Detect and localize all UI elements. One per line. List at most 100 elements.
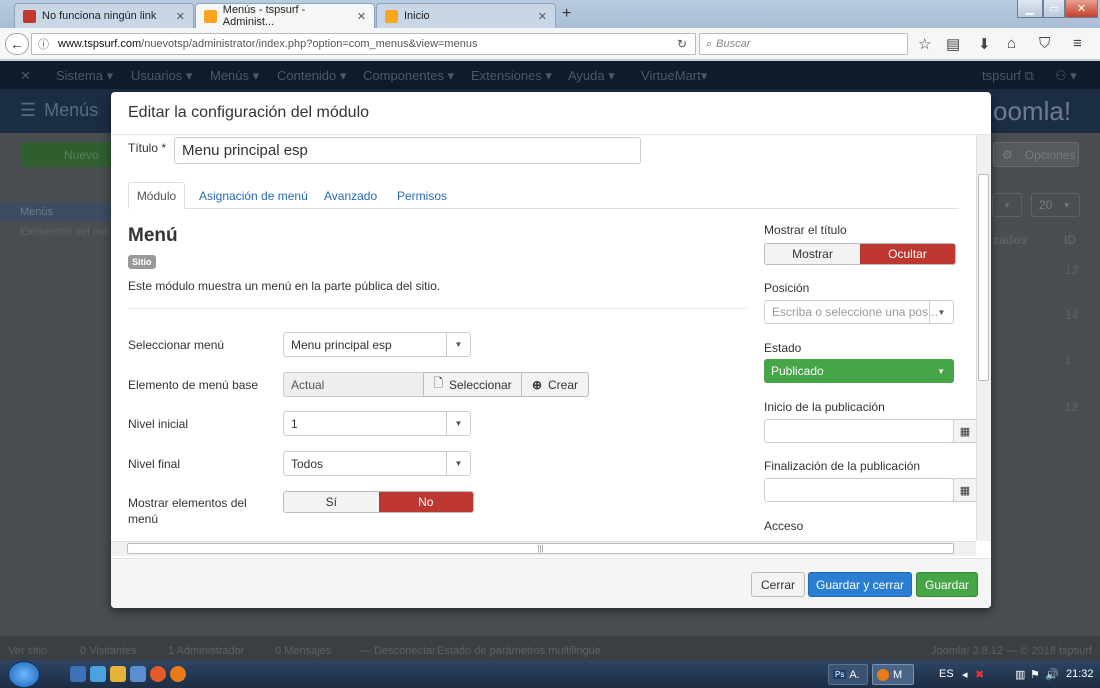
- search-input[interactable]: ⌕ Buscar: [699, 33, 908, 55]
- no-option[interactable]: No: [378, 492, 473, 512]
- base-item-label: Elemento de menú base: [128, 378, 259, 392]
- menu-menus[interactable]: Menús ▾: [210, 68, 259, 84]
- tab-title: No funciona ningún link: [42, 10, 157, 22]
- hamburger-menu-icon[interactable]: ≡: [1073, 35, 1082, 52]
- browser-tab-1[interactable]: No funciona ningún link ✕: [14, 3, 194, 28]
- desktop-icon[interactable]: [70, 666, 86, 682]
- sidebar-item-menus[interactable]: Menús: [20, 206, 53, 218]
- title-input[interactable]: Menu principal esp: [174, 137, 641, 164]
- close-window-button[interactable]: ✕: [1065, 0, 1098, 18]
- select-menu-dropdown[interactable]: Menu principal esp ▼: [283, 332, 471, 357]
- chrome-icon[interactable]: [150, 666, 166, 682]
- user-menu[interactable]: tspsurf ⧉: [982, 68, 1034, 84]
- minimize-button[interactable]: ▁: [1017, 0, 1043, 18]
- hide-option[interactable]: Ocultar: [860, 244, 955, 264]
- back-button[interactable]: ←: [5, 33, 29, 55]
- calendar-icon[interactable]: ▦: [953, 419, 976, 443]
- module-name: Menú: [128, 225, 178, 246]
- pocket-icon[interactable]: ⛉: [1039, 35, 1050, 52]
- state-dropdown[interactable]: Publicado ▼: [764, 359, 954, 383]
- taskbar-photoshop[interactable]: Ps A.: [828, 664, 868, 685]
- file-icon: 🗋: [433, 376, 443, 390]
- joomla-favicon-icon: [204, 9, 217, 23]
- arrow-left-icon: ←: [10, 36, 24, 52]
- publish-up-input[interactable]: [764, 419, 954, 443]
- folder-icon[interactable]: [110, 666, 126, 682]
- windows-start-icon[interactable]: [8, 661, 40, 688]
- show-subitems-toggle[interactable]: Sí No: [283, 491, 474, 513]
- tray-arrow-icon[interactable]: ◂: [962, 668, 968, 681]
- create-button[interactable]: ⊕ Crear: [521, 372, 589, 397]
- state-label: Estado: [764, 341, 802, 355]
- flag-icon[interactable]: ⚑: [1030, 668, 1040, 681]
- reading-list-icon[interactable]: ▤: [946, 35, 960, 53]
- new-tab-button[interactable]: +: [562, 5, 571, 23]
- messages-count[interactable]: 0 Mensajes: [275, 645, 331, 657]
- firefox-icon[interactable]: [170, 666, 186, 682]
- tab-permissions[interactable]: Permisos: [397, 182, 447, 209]
- taskbar-firefox[interactable]: M: [872, 664, 914, 685]
- tab-menu-assignment[interactable]: Asignación de menú: [199, 182, 308, 209]
- modal-footer: Cerrar Guardar y cerrar Guardar: [111, 558, 991, 608]
- caret-down-icon: ▼: [446, 412, 470, 435]
- modal-body: Título * Menu principal esp Módulo Asign…: [111, 135, 976, 533]
- site-badge: Sitio: [128, 255, 156, 269]
- tray-error-icon[interactable]: ✖: [975, 668, 984, 681]
- tab-advanced[interactable]: Avanzado: [324, 182, 377, 209]
- maximize-button[interactable]: ▭: [1043, 0, 1065, 18]
- menu-ayuda[interactable]: Ayuda ▾: [568, 68, 615, 84]
- menu-contenido[interactable]: Contenido ▾: [277, 68, 346, 84]
- ie-icon[interactable]: [90, 666, 106, 682]
- show-subitems-label: Mostrar elementos del: [128, 496, 247, 510]
- network-icon[interactable]: ▥: [1015, 668, 1025, 681]
- filter-select[interactable]: ▾: [992, 193, 1022, 217]
- show-option[interactable]: Mostrar: [765, 244, 860, 264]
- version-text: Joomla! 3.8.12 — © 2018 tspsurf: [931, 645, 1092, 657]
- calendar-icon[interactable]: ▦: [953, 478, 976, 502]
- home-icon[interactable]: ⌂: [1007, 35, 1016, 52]
- close-button[interactable]: Cerrar: [751, 572, 805, 597]
- multilang-status[interactable]: Estado de parámetros multilingüe: [437, 645, 601, 657]
- tab-title: Menús - tspsurf - Administ...: [222, 4, 306, 28]
- menu-componentes[interactable]: Componentes ▾: [363, 68, 454, 84]
- limit-select[interactable]: 20 ▾: [1031, 193, 1080, 217]
- save-close-button[interactable]: Guardar y cerrar: [808, 572, 912, 597]
- clock[interactable]: 21:32: [1066, 668, 1094, 680]
- publish-down-label: Finalización de la publicación: [764, 459, 921, 473]
- media-icon[interactable]: [130, 666, 146, 682]
- start-level-dropdown[interactable]: 1 ▼: [283, 411, 471, 436]
- new-button[interactable]: Nuevo: [22, 142, 114, 167]
- publish-down-input[interactable]: [764, 478, 954, 502]
- options-button[interactable]: ⚙ Opciones: [993, 142, 1079, 167]
- tab-close-icon[interactable]: ✕: [357, 10, 366, 23]
- save-button[interactable]: Guardar: [916, 572, 978, 597]
- search-placeholder: Buscar: [716, 38, 751, 50]
- bookmark-star-icon[interactable]: ☆: [918, 35, 931, 53]
- position-dropdown[interactable]: Escriba o seleccione una pos... ▼: [764, 300, 954, 324]
- column-linked: zados: [993, 233, 1028, 247]
- language-indicator[interactable]: ES: [939, 668, 954, 680]
- sidebar-item-elements[interactable]: Elementos del me: [20, 226, 108, 238]
- vertical-scroll-thumb[interactable]: [978, 174, 989, 381]
- menu-usuarios[interactable]: Usuarios ▾: [131, 68, 192, 84]
- download-icon[interactable]: ⬇: [978, 35, 991, 53]
- address-bar[interactable]: ⓘ www.tspsurf.com/nuevotsp/administrator…: [31, 33, 696, 55]
- logout-link[interactable]: — Desconectar: [360, 645, 436, 657]
- show-title-toggle[interactable]: Mostrar Ocultar: [764, 243, 956, 265]
- menu-sistema[interactable]: Sistema ▾: [56, 68, 113, 84]
- tab-modulo[interactable]: Módulo: [128, 182, 185, 209]
- user-icon[interactable]: ⚇ ▾: [1055, 68, 1077, 84]
- yes-option[interactable]: Sí: [284, 492, 379, 512]
- tab-close-icon[interactable]: ✕: [176, 10, 185, 23]
- tab-close-icon[interactable]: ✕: [538, 10, 547, 23]
- menu-extensiones[interactable]: Extensiones ▾: [471, 68, 552, 84]
- browser-tab-3[interactable]: Inicio ✕: [376, 3, 556, 28]
- volume-icon[interactable]: 🔊: [1045, 668, 1059, 681]
- browser-tab-2[interactable]: Menús - tspsurf - Administ... ✕: [195, 3, 375, 28]
- menu-virtuemart[interactable]: VirtueMart▾: [641, 68, 707, 84]
- end-level-dropdown[interactable]: Todos ▼: [283, 451, 471, 476]
- horizontal-scroll-thumb[interactable]: |||: [127, 543, 954, 554]
- view-site-link[interactable]: Ver sitio: [8, 645, 47, 657]
- select-button[interactable]: 🗋 Seleccionar: [423, 372, 522, 397]
- reload-icon[interactable]: ↻: [677, 37, 687, 51]
